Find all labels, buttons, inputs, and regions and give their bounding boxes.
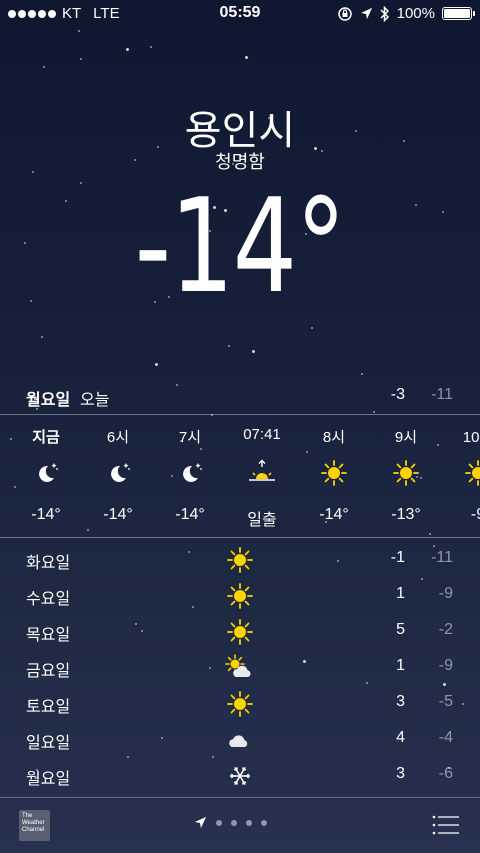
location-arrow-icon bbox=[360, 7, 372, 20]
day-name: 목요일 bbox=[26, 627, 71, 644]
day-high: -1 bbox=[390, 549, 405, 566]
today-label: 오늘 bbox=[80, 392, 110, 409]
bottom-toolbar: The Weather Channel bbox=[0, 798, 480, 853]
daily-row: 월요일 3 -6 bbox=[0, 756, 480, 792]
hour-temperature: 일출 bbox=[247, 512, 277, 529]
day-low: -11 bbox=[431, 549, 453, 566]
day-low: -6 bbox=[438, 765, 453, 782]
hour-temperature: -14° bbox=[103, 506, 133, 523]
today-high: -3 bbox=[390, 386, 405, 403]
day-high: 1 bbox=[396, 585, 405, 602]
hour-label: 9시 bbox=[394, 429, 418, 446]
hour-temperature: -14° bbox=[319, 506, 349, 523]
snowflake-icon bbox=[225, 761, 255, 789]
today-day: 월요일 bbox=[26, 392, 71, 409]
day-low: -5 bbox=[438, 693, 453, 710]
current-location-icon bbox=[194, 816, 207, 829]
battery-icon bbox=[442, 7, 475, 20]
sun-icon bbox=[319, 458, 349, 488]
sun-icon bbox=[225, 581, 255, 609]
sunrise-icon bbox=[247, 458, 277, 488]
day-high: 3 bbox=[396, 765, 405, 782]
divider bbox=[0, 537, 480, 538]
hour-temperature: -14° bbox=[175, 506, 205, 523]
city-list-icon[interactable] bbox=[432, 814, 460, 836]
moon-stars-icon bbox=[31, 458, 61, 488]
daily-row: 일요일 4 -4 bbox=[0, 720, 480, 756]
page-dot[interactable] bbox=[216, 819, 222, 826]
sun-icon bbox=[391, 458, 421, 488]
bluetooth-icon bbox=[380, 5, 389, 22]
day-name: 토요일 bbox=[26, 699, 71, 716]
day-high: 4 bbox=[396, 729, 405, 746]
day-low: -4 bbox=[438, 729, 453, 746]
daily-row: 화요일 -1 -11 bbox=[0, 540, 480, 576]
page-dot[interactable] bbox=[261, 819, 267, 826]
hour-temperature: -13° bbox=[391, 506, 421, 523]
day-name: 월요일 bbox=[26, 771, 71, 788]
daily-row: 수요일 1 -9 bbox=[0, 576, 480, 612]
day-name: 금요일 bbox=[26, 663, 71, 680]
hourly-forecast-scroll[interactable]: 지금 -14° 6시 -14° 7시 -14° 07:41 일출 8시 -14°… bbox=[0, 416, 480, 536]
today-low: -11 bbox=[431, 386, 453, 403]
status-bar: KT LTE 05:59 100% bbox=[0, 0, 480, 28]
hour-label: 7시 bbox=[178, 429, 202, 446]
sun-icon bbox=[225, 689, 255, 717]
moon-stars-icon bbox=[175, 458, 205, 488]
moon-stars-icon bbox=[103, 458, 133, 488]
status-right: 100% bbox=[337, 5, 475, 22]
sun-icon bbox=[463, 458, 480, 488]
battery-level bbox=[444, 9, 470, 18]
hour-label: 지금 bbox=[32, 429, 60, 446]
hour-label: 8시 bbox=[322, 429, 346, 446]
divider bbox=[0, 414, 480, 415]
hour-label: 6시 bbox=[106, 429, 130, 446]
day-name: 화요일 bbox=[26, 555, 71, 572]
hour-label: 10시 bbox=[462, 429, 480, 446]
partly-cloudy-icon bbox=[225, 653, 255, 681]
day-low: -2 bbox=[438, 621, 453, 638]
hour-temperature: -9 bbox=[470, 506, 480, 523]
sun-icon bbox=[225, 617, 255, 645]
day-low: -9 bbox=[438, 657, 453, 674]
daily-row: 금요일 1 -9 bbox=[0, 648, 480, 684]
day-low: -9 bbox=[438, 585, 453, 602]
weather-channel-logo[interactable]: The Weather Channel bbox=[19, 810, 50, 841]
page-dot[interactable] bbox=[246, 819, 252, 826]
daily-row: 목요일 5 -2 bbox=[0, 612, 480, 648]
sun-icon bbox=[225, 545, 255, 573]
day-high: 3 bbox=[396, 693, 405, 710]
day-name: 일요일 bbox=[26, 735, 71, 752]
current-temperature: -14° bbox=[134, 170, 347, 322]
page-indicator[interactable] bbox=[194, 816, 267, 829]
daily-row: 토요일 3 -5 bbox=[0, 684, 480, 720]
orientation-lock-icon bbox=[337, 6, 352, 21]
day-name: 수요일 bbox=[26, 591, 71, 608]
hour-temperature: -14° bbox=[31, 506, 61, 523]
page-dot[interactable] bbox=[231, 819, 237, 826]
hour-label: 07:41 bbox=[243, 426, 281, 443]
today-summary: 월요일 오늘 -3 -11 bbox=[0, 386, 480, 414]
battery-percent: 100% bbox=[396, 5, 435, 22]
cloud-icon bbox=[225, 725, 255, 753]
day-high: 5 bbox=[396, 621, 405, 638]
day-high: 1 bbox=[396, 657, 405, 674]
